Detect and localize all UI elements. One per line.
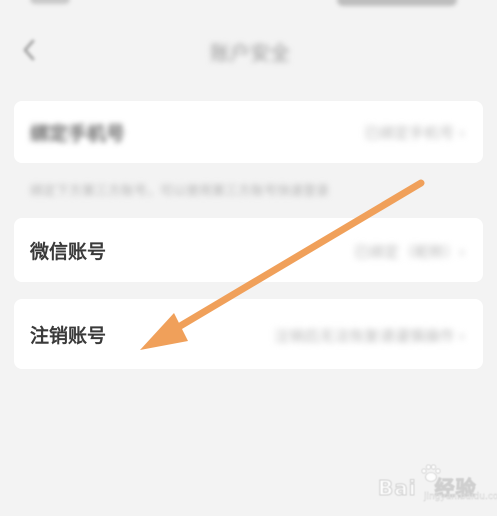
nav-bar: 账户安全 [0,22,497,80]
page-title: 账户安全 [210,41,290,65]
phone-binding-value: 已绑定手机号 › [364,124,465,142]
status-bar [0,0,497,22]
wechat-account-row[interactable]: 微信账号 已绑定（昵称）› [14,218,483,282]
phone-binding-label: 绑定手机号 [30,123,126,145]
cancel-account-label: 注销账号 [30,325,107,347]
phone-binding-row[interactable]: 绑定手机号 已绑定手机号 › [14,101,483,163]
chevron-left-icon[interactable] [18,38,42,62]
status-time [30,0,70,4]
wechat-account-value: 已绑定（昵称）› [354,243,465,261]
baidu-watermark: Bai经验 jingyan.baidu.com [378,462,497,502]
third-party-hint: 绑定下方第三方账号，可以使用第三方账号快速登录 [30,184,330,199]
status-icons [337,0,457,6]
account-security-screen: 账户安全 绑定手机号 已绑定手机号 › 绑定下方第三方账号，可以使用第三方账号快… [0,0,497,516]
cancel-account-value: 注销后无法恢复请谨慎操作 › [274,327,465,345]
cancel-account-row[interactable]: 注销账号 注销后无法恢复请谨慎操作 › [14,299,483,369]
wechat-account-label: 微信账号 [30,241,107,263]
watermark-url: jingyan.baidu.com [424,492,497,502]
paw-icon [421,464,441,482]
